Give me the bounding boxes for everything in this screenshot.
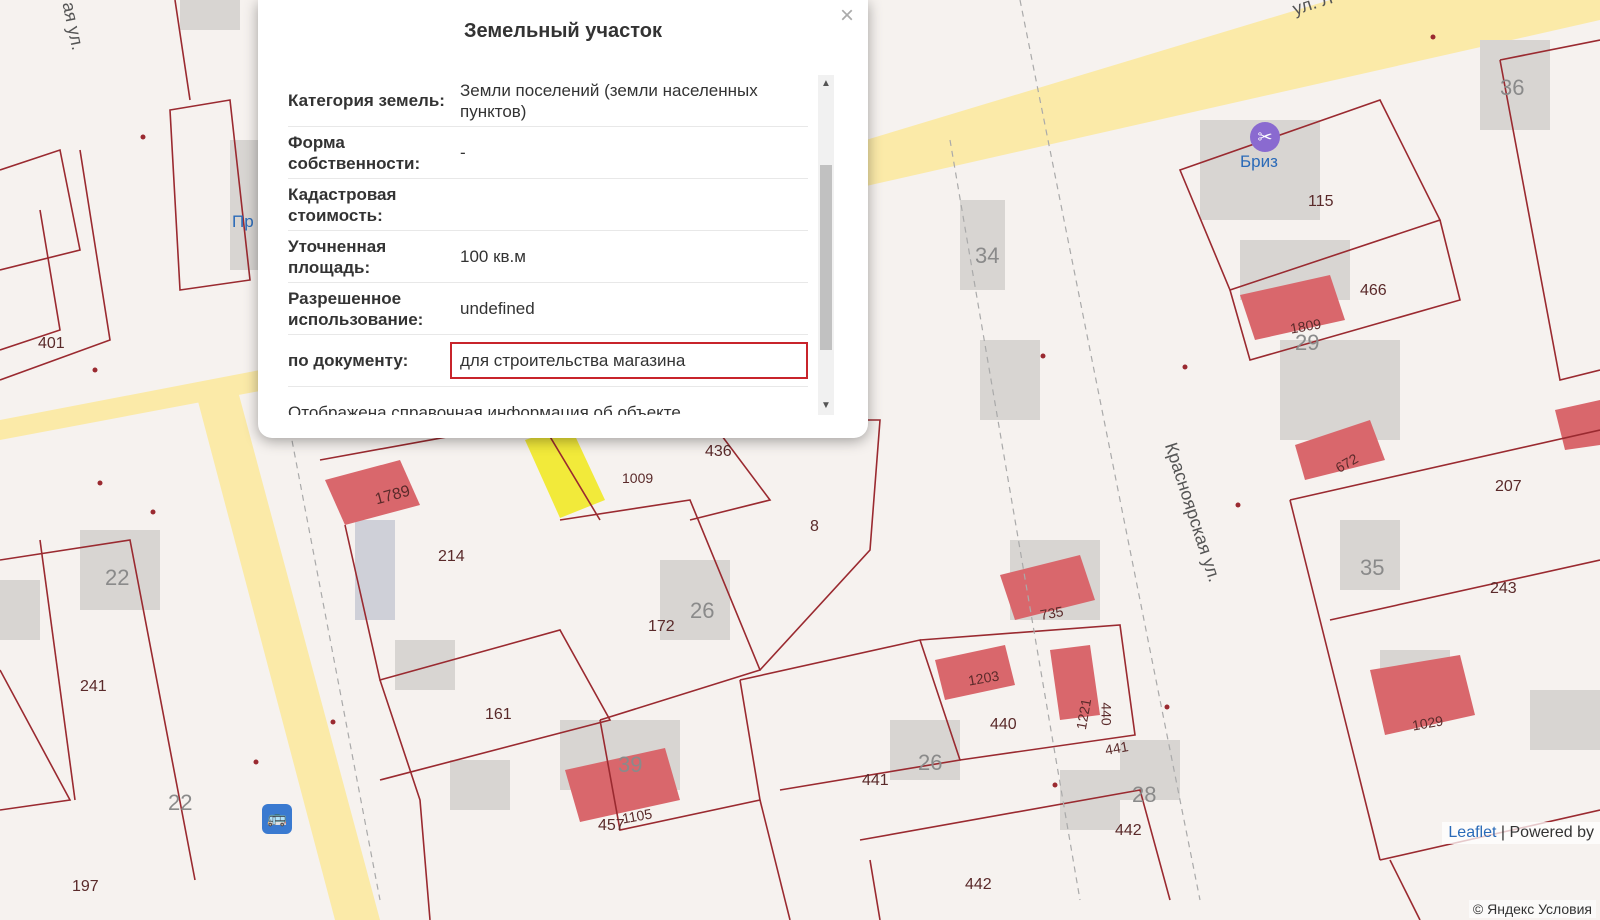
parcel-label: 440 <box>1098 702 1115 726</box>
info-row-area: Уточненная площадь: 100 кв.м <box>288 231 808 283</box>
parcel-label: 1009 <box>622 470 654 486</box>
parcel-label: 440 <box>990 716 1017 733</box>
popup-scrollbar[interactable]: ▲ ▼ <box>818 75 834 415</box>
parcel-label: 161 <box>485 706 512 723</box>
row-key: Уточненная площадь: <box>288 236 387 277</box>
scissors-icon[interactable]: ✂ <box>1250 122 1280 152</box>
poi-label-partial: Пр <box>232 212 254 231</box>
poi-label[interactable]: Бриз <box>1240 152 1278 172</box>
parcel-label: 115 <box>1308 193 1334 210</box>
row-key: Категория земель: <box>288 91 445 110</box>
row-value: 100 кв.м <box>460 247 526 266</box>
popup-title: Земельный участок <box>463 20 663 42</box>
parcel-label: 214 <box>438 548 465 565</box>
info-row-by-document: по документу: для строительства магазина <box>288 335 808 387</box>
powered-by-text: | Powered by <box>1500 824 1594 841</box>
popup-content[interactable]: Категория земель: Земли поселений (земли… <box>288 75 808 415</box>
row-key: Кадастровая стоимость: <box>288 184 397 225</box>
parcel-label: 207 <box>1495 478 1522 495</box>
info-row-permitted-use: Разрешенное использование: undefined <box>288 283 808 335</box>
parcel-label: 8 <box>810 518 819 535</box>
info-row-ownership: Форма собственности: - <box>288 127 808 179</box>
building-number: 34 <box>975 243 1000 268</box>
info-row-cadastral-cost: Кадастровая стоимость: <box>288 179 808 231</box>
building-number: 36 <box>1500 75 1525 100</box>
parcel-label: 466 <box>1360 282 1387 299</box>
popup-note: Отображена справочная информация об объе… <box>288 403 686 415</box>
building-number: 22 <box>168 790 193 815</box>
row-key: Разрешенное использование: <box>288 288 424 329</box>
row-value: undefined <box>460 299 535 318</box>
parcel-label: 197 <box>72 878 99 895</box>
row-value: - <box>460 143 466 162</box>
parcel-label: 442 <box>965 876 992 893</box>
building-number: 26 <box>690 598 715 623</box>
building-number: 22 <box>105 565 130 590</box>
scroll-down-icon[interactable]: ▼ <box>818 397 834 415</box>
building-number: 28 <box>1132 782 1157 807</box>
building-number: 35 <box>1360 555 1385 580</box>
row-key: по документу: <box>288 351 409 370</box>
row-value: Земли поселений (земли населенных пункто… <box>460 80 758 121</box>
parcel-label: 172 <box>648 618 675 635</box>
map-attribution: Leaflet | Powered by <box>1442 822 1600 844</box>
parcel-label: 442 <box>1115 822 1142 839</box>
row-value-highlighted: для строительства магазина <box>450 342 808 379</box>
scroll-up-icon[interactable]: ▲ <box>818 75 834 93</box>
building-number: 39 <box>618 752 643 777</box>
bus-stop-icon[interactable]: 🚌 <box>262 804 292 834</box>
info-row-land-category: Категория земель: Земли поселений (земли… <box>288 75 808 127</box>
scroll-thumb[interactable] <box>820 165 832 350</box>
parcel-info-popup: Земельный участок × Категория земель: Зе… <box>258 0 868 438</box>
yandex-attribution[interactable]: © Яндекс Условия <box>1468 900 1596 918</box>
building-number: 29 <box>1295 330 1320 355</box>
leaflet-link[interactable]: Leaflet <box>1448 824 1496 841</box>
parcel-label: 457 <box>598 817 625 834</box>
parcel-label: 436 <box>705 443 732 460</box>
building-number: 26 <box>918 750 943 775</box>
parcel-label: 243 <box>1490 580 1517 597</box>
parcel-label: 401 <box>38 335 65 352</box>
parcel-label: 441 <box>862 772 889 789</box>
close-icon[interactable]: × <box>840 4 854 28</box>
parcel-label: 241 <box>80 678 107 695</box>
row-key: Форма собственности: <box>288 132 421 173</box>
